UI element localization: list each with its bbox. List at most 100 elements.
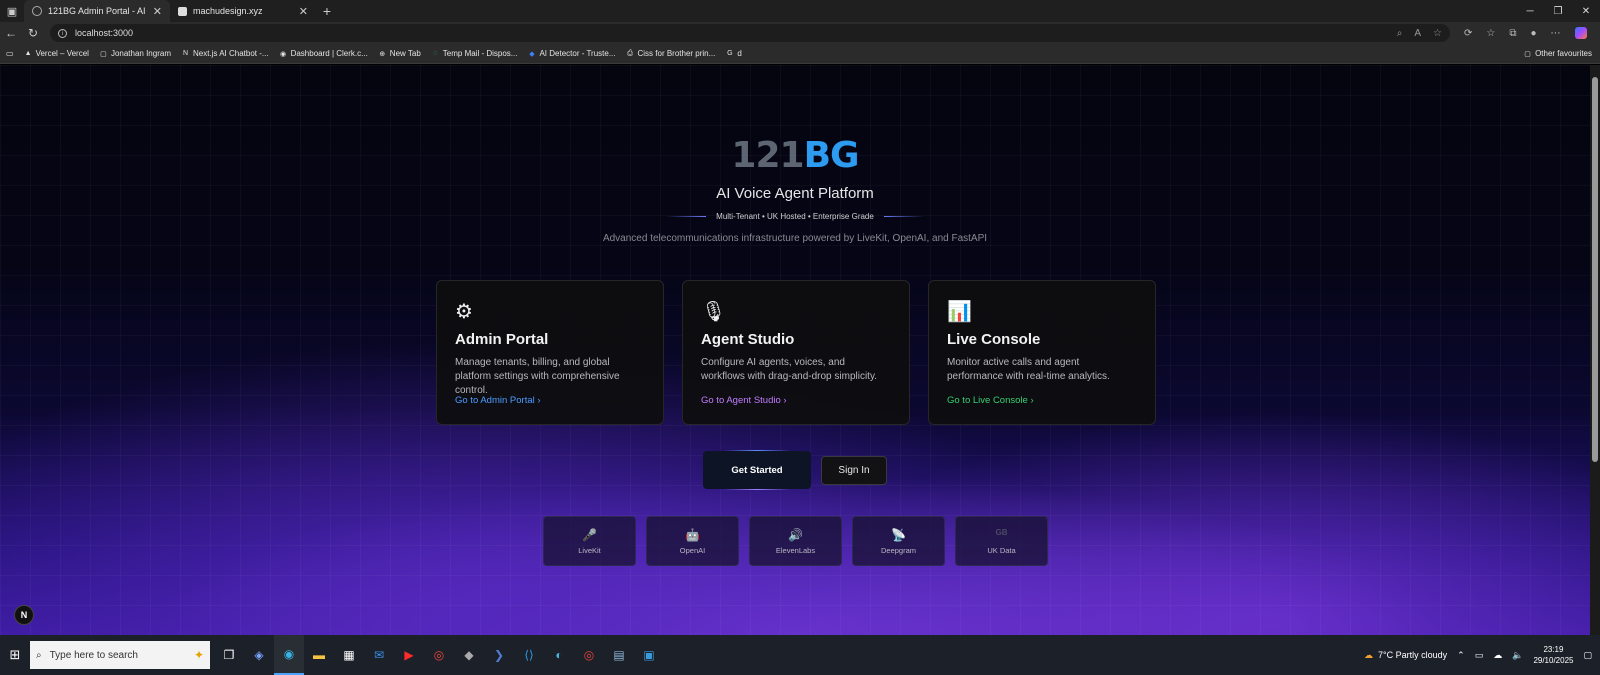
page-subtitle: AI Voice Agent Platform xyxy=(716,185,874,202)
tech-stack: 🎤 LiveKit 🤖 OpenAI 🔊 ElevenLabs 📡 Deepgr… xyxy=(543,516,1048,566)
url-text[interactable]: localhost:3000 xyxy=(75,28,133,38)
bookmark-d[interactable]: Gd xyxy=(725,49,742,58)
card-title: Agent Studio xyxy=(701,331,795,348)
bookmark-nextjs[interactable]: N Next.js AI Chatbot -... xyxy=(181,49,269,58)
task-view-icon[interactable]: ❐ xyxy=(214,635,244,675)
minimize-icon[interactable]: ─ xyxy=(1516,6,1544,17)
close-window-icon[interactable]: ✕ xyxy=(1572,6,1600,17)
live-console-link[interactable]: Go to Live Console › xyxy=(947,395,1034,406)
close-icon[interactable]: ✕ xyxy=(153,5,162,18)
app-icon[interactable]: ▤ xyxy=(604,635,634,675)
tab-admin-portal[interactable]: 121BG Admin Portal - AI Voice A ✕ xyxy=(24,0,170,22)
copilot-app-icon[interactable]: ◈ xyxy=(244,635,274,675)
google-icon: G xyxy=(727,50,733,57)
back-icon[interactable]: ← xyxy=(0,26,22,40)
tab-machudesign[interactable]: machudesign.xyz ✕ xyxy=(170,0,316,22)
link-label: Go to Admin Portal xyxy=(455,395,535,406)
page-viewport: 121BG AI Voice Agent Platform Multi-Tena… xyxy=(0,65,1590,635)
tech-deepgram: 📡 Deepgram xyxy=(852,516,945,566)
weather-text: 7°C Partly cloudy xyxy=(1378,650,1448,660)
read-aloud-icon[interactable]: A xyxy=(1414,28,1421,39)
bookmark-label: Vercel – Vercel xyxy=(35,49,89,58)
divider-line xyxy=(666,216,707,217)
vercel-icon: ▲ xyxy=(24,50,32,57)
favorite-star-icon[interactable]: ☆ xyxy=(1433,28,1442,39)
bookmark-ciss[interactable]: ⎙ Ciss for Brother prin... xyxy=(626,49,715,58)
card-admin-portal[interactable]: ⚙ Admin Portal Manage tenants, billing, … xyxy=(436,280,664,425)
notification-icon[interactable]: ▢ xyxy=(1583,650,1592,661)
restore-icon[interactable]: ❐ xyxy=(1544,6,1572,17)
app-icon[interactable]: ▣ xyxy=(634,635,664,675)
bookmark-new-tab[interactable]: ⊕ New Tab xyxy=(378,49,420,58)
bookmarks-bar: ▭ ▲ Vercel – Vercel ▢ Jonathan Ingram N Nex… xyxy=(0,44,1600,64)
mail-icon[interactable]: ✉ xyxy=(364,635,394,675)
collections-icon[interactable]: ⧉ xyxy=(1509,28,1516,39)
site-info-icon[interactable]: i xyxy=(58,28,67,38)
zoom-icon[interactable]: ⌕ xyxy=(1397,28,1403,39)
weather-icon: ☁ xyxy=(1364,649,1374,660)
loading-icon xyxy=(32,6,42,16)
edge-dev-icon[interactable]: ◐ xyxy=(544,635,574,675)
chevron-right-icon: › xyxy=(1030,395,1034,406)
get-started-button[interactable]: Get Started xyxy=(703,450,811,490)
page-scrollbar[interactable] xyxy=(1590,65,1600,635)
more-menu-icon[interactable]: ⋯ xyxy=(1551,28,1561,39)
folder-icon: ▢ xyxy=(1524,50,1531,58)
tab-actions-icon[interactable]: ▣ xyxy=(0,0,24,22)
card-description: Manage tenants, billing, and global plat… xyxy=(455,357,620,396)
agent-studio-link[interactable]: Go to Agent Studio › xyxy=(701,395,787,406)
card-description: Configure AI agents, voices, and workflo… xyxy=(701,357,877,382)
brand-logo: 121BG xyxy=(0,135,1590,176)
scrollbar-thumb[interactable] xyxy=(1592,77,1598,462)
clock[interactable]: 23:19 29/10/2025 xyxy=(1533,644,1573,666)
favorites-icon[interactable]: ☆ xyxy=(1486,28,1495,39)
nextjs-dev-badge[interactable]: N xyxy=(14,605,34,625)
bookmark-label: Next.js AI Chatbot -... xyxy=(192,49,269,58)
bookmark-temp-mail[interactable]: ◌ Temp Mail - Dispos... xyxy=(431,49,517,58)
refresh-icon[interactable]: ↻ xyxy=(22,26,44,40)
card-agent-studio[interactable]: 🎙 Agent Studio Configure AI agents, voic… xyxy=(682,280,910,425)
cloud-icon[interactable]: ☁ xyxy=(1493,650,1502,661)
store-icon[interactable]: ▦ xyxy=(334,635,364,675)
profile-icon[interactable]: ● xyxy=(1531,28,1537,39)
card-live-console[interactable]: 📊 Live Console Monitor active calls and … xyxy=(928,280,1156,425)
network-icon[interactable]: ▭ xyxy=(1475,650,1484,661)
bookmark-jonathan[interactable]: ▢ Jonathan Ingram xyxy=(99,49,171,58)
admin-portal-link[interactable]: Go to Admin Portal › xyxy=(455,395,541,406)
volume-icon[interactable]: 🔈 xyxy=(1512,650,1523,661)
chrome-icon[interactable]: ◎ xyxy=(424,635,454,675)
extensions-icon[interactable]: ⟳ xyxy=(1464,28,1472,39)
copilot-icon[interactable] xyxy=(1574,27,1587,39)
chrome-profile-icon[interactable]: ◎ xyxy=(574,635,604,675)
sign-in-button[interactable]: Sign In xyxy=(821,455,887,485)
site-favicon-icon xyxy=(178,6,187,16)
bookmark-ai-detector[interactable]: ◆ AI Detector - Truste... xyxy=(527,49,615,58)
vscode-icon[interactable]: ⟨⟩ xyxy=(514,635,544,675)
bookmarks-menu-icon[interactable]: ▭ xyxy=(6,49,14,58)
chevron-up-icon[interactable]: ⌃ xyxy=(1457,650,1465,661)
app-icon[interactable]: ◆ xyxy=(454,635,484,675)
new-tab-button[interactable]: + xyxy=(316,3,338,19)
close-icon[interactable]: ✕ xyxy=(299,5,308,18)
weather-widget[interactable]: ☁ 7°C Partly cloudy xyxy=(1364,650,1447,661)
address-bar[interactable]: i localhost:3000 ⌕ A ☆ xyxy=(50,24,1450,42)
edge-icon[interactable]: ◉ xyxy=(274,635,304,675)
divider-line xyxy=(883,216,924,217)
speaker-icon: 🔊 xyxy=(788,527,803,542)
windows-start-icon[interactable]: ⊞ xyxy=(0,647,30,663)
gear-icon: ⚙ xyxy=(455,301,473,323)
taskbar-search[interactable]: ⌕ Type here to search ✦ xyxy=(30,641,210,669)
other-favourites[interactable]: ▢ Other favourites xyxy=(1523,49,1592,58)
logo-part-2: BG xyxy=(803,135,860,176)
bar-chart-icon: 📊 xyxy=(947,301,972,323)
file-explorer-icon[interactable]: ▬ xyxy=(304,635,334,675)
tab-label: machudesign.xyz xyxy=(193,6,263,16)
youtube-icon[interactable]: ▶ xyxy=(394,635,424,675)
tech-label: ElevenLabs xyxy=(775,545,816,555)
chevron-right-icon: › xyxy=(783,395,787,406)
bookmark-vercel[interactable]: ▲ Vercel – Vercel xyxy=(24,49,89,58)
powershell-icon[interactable]: ❯ xyxy=(484,635,514,675)
bookmark-clerk[interactable]: ◉ Dashboard | Clerk.c... xyxy=(279,49,368,58)
bookmark-label: Other favourites xyxy=(1535,49,1592,58)
uk-flag-icon: GB xyxy=(995,527,1008,537)
